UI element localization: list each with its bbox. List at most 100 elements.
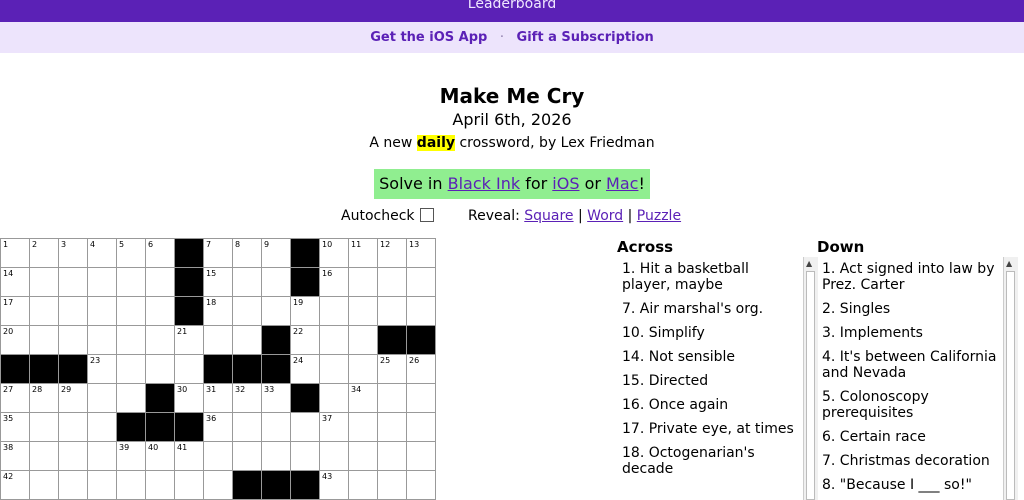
down-clue[interactable]: 5. Colonoscopy prerequisites (816, 385, 1004, 425)
grid-cell[interactable] (233, 268, 262, 297)
grid-cell[interactable] (349, 326, 378, 355)
across-clue[interactable]: 15. Directed (616, 369, 804, 393)
grid-cell[interactable] (291, 442, 320, 471)
across-scrollbar-thumb[interactable] (806, 271, 815, 500)
down-clue[interactable]: 6. Certain race (816, 425, 1004, 449)
grid-cell[interactable]: 17 (1, 297, 30, 326)
grid-cell[interactable]: 41 (175, 442, 204, 471)
grid-cell[interactable] (320, 297, 349, 326)
down-clue[interactable]: 8. "Because I ___ so!" (816, 473, 1004, 497)
mac-link[interactable]: Mac (606, 174, 638, 193)
grid-cell[interactable] (88, 268, 117, 297)
down-scrollbar-thumb[interactable] (1006, 271, 1015, 500)
autocheck-control[interactable]: Autocheck (341, 208, 434, 224)
grid-cell[interactable] (349, 471, 378, 500)
reveal-puzzle-link[interactable]: Puzzle (637, 208, 681, 224)
grid-cell[interactable] (146, 471, 175, 500)
grid-cell[interactable]: 32 (233, 384, 262, 413)
ios-app-link[interactable]: Get the iOS App (370, 30, 487, 45)
across-clue[interactable]: 14. Not sensible (616, 345, 804, 369)
grid-cell[interactable] (88, 297, 117, 326)
grid-cell[interactable]: 38 (1, 442, 30, 471)
across-clue[interactable]: 17. Private eye, at times (616, 417, 804, 441)
grid-cell[interactable] (378, 297, 407, 326)
grid-cell[interactable]: 29 (59, 384, 88, 413)
grid-cell[interactable]: 18 (204, 297, 233, 326)
grid-cell[interactable] (88, 326, 117, 355)
grid-cell[interactable]: 4 (88, 239, 117, 268)
grid-cell[interactable] (117, 326, 146, 355)
grid-cell[interactable] (233, 297, 262, 326)
grid-cell[interactable] (117, 297, 146, 326)
grid-cell[interactable] (320, 442, 349, 471)
grid-cell[interactable] (88, 471, 117, 500)
grid-cell[interactable] (59, 297, 88, 326)
grid-cell[interactable]: 8 (233, 239, 262, 268)
grid-cell[interactable] (320, 326, 349, 355)
grid-cell[interactable] (378, 442, 407, 471)
grid-cell[interactable]: 14 (1, 268, 30, 297)
grid-cell[interactable] (407, 268, 436, 297)
grid-cell[interactable] (146, 355, 175, 384)
grid-cell[interactable]: 26 (407, 355, 436, 384)
grid-cell[interactable]: 35 (1, 413, 30, 442)
grid-cell[interactable] (349, 355, 378, 384)
grid-cell[interactable]: 7 (204, 239, 233, 268)
down-clue[interactable]: 7. Christmas decoration (816, 449, 1004, 473)
grid-cell[interactable] (146, 297, 175, 326)
grid-cell[interactable] (146, 326, 175, 355)
grid-cell[interactable]: 43 (320, 471, 349, 500)
down-clue[interactable]: 1. Act signed into law by Prez. Carter (816, 257, 1004, 297)
grid-cell[interactable] (233, 326, 262, 355)
grid-cell[interactable]: 23 (88, 355, 117, 384)
grid-cell[interactable] (59, 326, 88, 355)
grid-cell[interactable]: 30 (175, 384, 204, 413)
grid-cell[interactable] (291, 413, 320, 442)
grid-cell[interactable] (117, 471, 146, 500)
across-clue[interactable]: 1. Hit a basketball player, maybe (616, 257, 804, 297)
grid-cell[interactable] (88, 384, 117, 413)
grid-cell[interactable]: 2 (30, 239, 59, 268)
grid-cell[interactable] (59, 413, 88, 442)
grid-cell[interactable] (407, 297, 436, 326)
across-clue[interactable]: 16. Once again (616, 393, 804, 417)
grid-cell[interactable] (320, 384, 349, 413)
grid-cell[interactable]: 42 (1, 471, 30, 500)
grid-cell[interactable] (233, 413, 262, 442)
scroll-up-arrow-icon[interactable]: ▲ (1006, 259, 1012, 268)
grid-cell[interactable] (349, 413, 378, 442)
grid-cell[interactable]: 1 (1, 239, 30, 268)
across-clue[interactable]: 7. Air marshal's org. (616, 297, 804, 321)
grid-cell[interactable] (378, 413, 407, 442)
grid-cell[interactable] (59, 442, 88, 471)
down-clue[interactable]: 3. Implements (816, 321, 1004, 345)
grid-cell[interactable] (88, 442, 117, 471)
grid-cell[interactable] (378, 384, 407, 413)
autocheck-checkbox[interactable] (419, 208, 434, 222)
grid-cell[interactable]: 36 (204, 413, 233, 442)
grid-cell[interactable] (204, 442, 233, 471)
reveal-square-link[interactable]: Square (524, 208, 573, 224)
grid-cell[interactable] (407, 471, 436, 500)
grid-cell[interactable] (349, 442, 378, 471)
grid-cell[interactable] (59, 268, 88, 297)
across-clue[interactable]: 18. Octogenarian's decade (616, 441, 804, 481)
grid-cell[interactable]: 11 (349, 239, 378, 268)
grid-cell[interactable] (378, 268, 407, 297)
grid-cell[interactable] (320, 355, 349, 384)
grid-cell[interactable] (117, 268, 146, 297)
grid-cell[interactable] (117, 355, 146, 384)
grid-cell[interactable] (175, 471, 204, 500)
grid-cell[interactable] (407, 413, 436, 442)
grid-cell[interactable]: 24 (291, 355, 320, 384)
grid-cell[interactable]: 40 (146, 442, 175, 471)
leaderboard-link[interactable]: Leaderboard (468, 0, 556, 12)
grid-cell[interactable]: 21 (175, 326, 204, 355)
grid-cell[interactable]: 15 (204, 268, 233, 297)
grid-cell[interactable] (30, 442, 59, 471)
grid-cell[interactable] (262, 442, 291, 471)
grid-cell[interactable] (117, 384, 146, 413)
grid-cell[interactable] (262, 413, 291, 442)
grid-cell[interactable] (233, 442, 262, 471)
grid-cell[interactable]: 12 (378, 239, 407, 268)
